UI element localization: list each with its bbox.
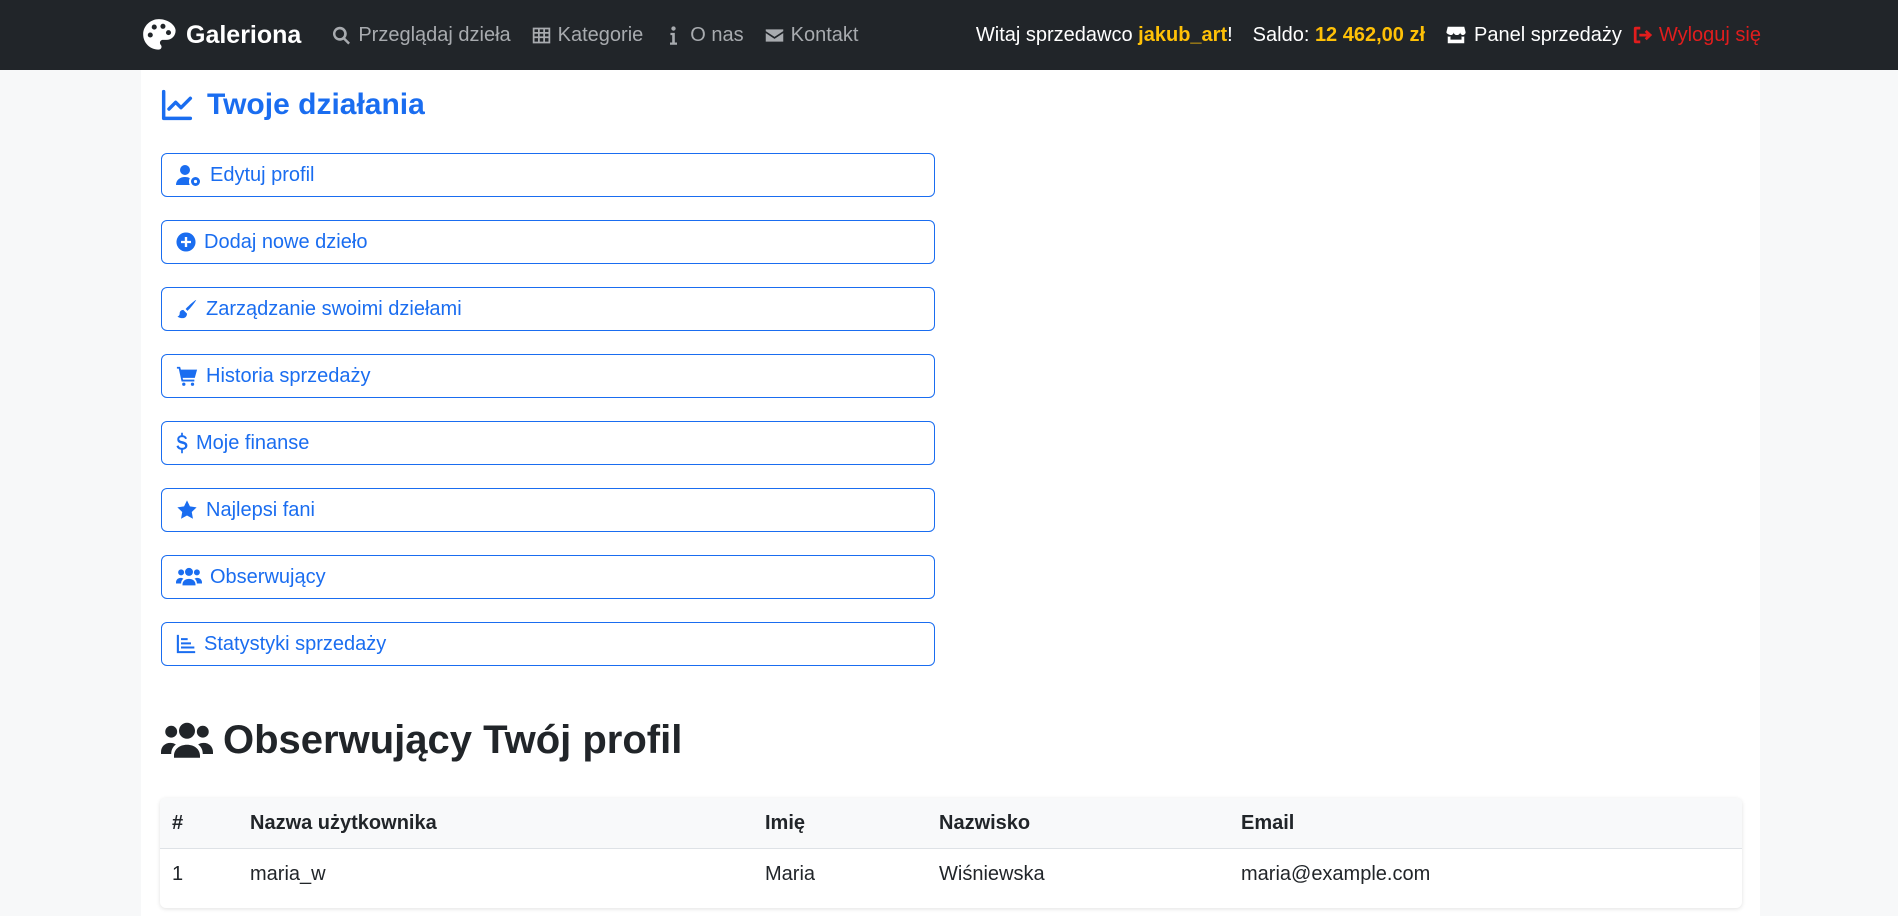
column-header: Imię: [765, 798, 939, 849]
navbar: Galeriona Przeglądaj dzieła Kategorie O …: [0, 0, 1898, 70]
brand-link[interactable]: Galeriona: [140, 16, 301, 54]
sales-history-label: Historia sprzedaży: [206, 364, 371, 387]
user-gear-icon: [176, 165, 200, 186]
top-fans-button[interactable]: Najlepsi fani: [161, 488, 935, 532]
balance-value: 12 462,00 zł: [1314, 23, 1426, 46]
nav-about-link[interactable]: O nas: [663, 23, 744, 47]
dollar-icon: [176, 432, 188, 454]
store-icon: [1446, 26, 1466, 44]
envelope-icon: [765, 28, 783, 42]
balance-label: Saldo:: [1252, 23, 1315, 46]
nav-contact-label: Kontakt: [790, 23, 859, 46]
manage-artworks-button[interactable]: Zarządzanie swoimi dziełami: [161, 287, 935, 331]
column-header: Nazwa użytkownika: [250, 798, 765, 849]
brush-icon: [177, 299, 197, 319]
search-icon: [333, 26, 351, 45]
my-finances-label: Moje finanse: [196, 431, 310, 454]
sales-stats-button[interactable]: Statystyki sprzedaży: [161, 622, 935, 666]
manage-artworks-label: Zarządzanie swoimi dziełami: [206, 297, 462, 320]
edit-profile-label: Edytuj profil: [210, 163, 315, 186]
table-header-row: # Nazwa użytkownika Imię Nazwisko Email: [160, 798, 1742, 849]
column-header: Nazwisko: [939, 798, 1241, 849]
column-header: Email: [1241, 798, 1742, 849]
my-finances-button[interactable]: Moje finanse: [161, 421, 935, 465]
sign-out-icon: [1633, 26, 1653, 44]
username: jakub_art: [1138, 23, 1228, 46]
nav-categories-link[interactable]: Kategorie: [531, 23, 644, 47]
user-info: Witaj sprzedawco jakub_art! Saldo: 12 46…: [976, 24, 1761, 47]
nav-categories-label: Kategorie: [557, 23, 644, 46]
add-artwork-button[interactable]: Dodaj nowe dzieło: [161, 220, 935, 264]
chart-bar-icon: [176, 634, 196, 654]
star-icon: [177, 500, 197, 519]
actions-title: Twoje działania: [207, 88, 425, 121]
table-row: 1 maria_w Maria Wiśniewska maria@example…: [160, 849, 1742, 900]
plus-circle-icon: [176, 232, 196, 252]
sales-history-button[interactable]: Historia sprzedaży: [161, 354, 935, 398]
followers-button[interactable]: Obserwujący: [161, 555, 935, 599]
main-content: Twoje działania Edytuj profil Dodaj nowe…: [141, 70, 1760, 916]
logout-link[interactable]: Wyloguj się: [1632, 24, 1761, 47]
edit-profile-button[interactable]: Edytuj profil: [161, 153, 935, 197]
sales-stats-label: Statystyki sprzedaży: [204, 632, 387, 655]
brand-name: Galeriona: [186, 20, 302, 49]
top-fans-label: Najlepsi fani: [206, 498, 315, 521]
followers-table: # Nazwa użytkownika Imię Nazwisko Email …: [160, 798, 1742, 908]
column-header: #: [160, 798, 250, 849]
table-cell: 1: [172, 862, 184, 885]
greeting-text: Witaj sprzedawco: [975, 23, 1139, 46]
palette-icon: [143, 19, 176, 50]
followers-title: Obserwujący Twój profil: [223, 718, 683, 762]
grid-icon: [532, 27, 550, 43]
seller-panel-link[interactable]: Panel sprzedaży: [1445, 24, 1622, 47]
nav-contact-link[interactable]: Kontakt: [764, 23, 859, 47]
add-artwork-label: Dodaj nowe dzieło: [204, 230, 368, 253]
users-icon: [161, 722, 213, 758]
followers-heading: Obserwujący Twój profil: [161, 718, 682, 763]
table-cell: Maria: [765, 862, 816, 885]
nav-about-label: O nas: [690, 23, 744, 46]
info-icon: [670, 25, 678, 45]
nav-browse-label: Przeglądaj dzieła: [358, 23, 511, 46]
table-cell: maria@example.com: [1241, 862, 1431, 885]
nav-browse-link[interactable]: Przeglądaj dzieła: [331, 23, 511, 47]
followers-label: Obserwujący: [210, 565, 326, 588]
seller-panel-label: Panel sprzedaży: [1474, 23, 1622, 46]
logout-label: Wyloguj się: [1658, 23, 1761, 46]
chart-line-icon: [161, 89, 193, 121]
greeting-suffix: !: [1227, 23, 1233, 46]
table-cell: Wiśniewska: [939, 862, 1045, 885]
cart-icon: [176, 366, 198, 386]
table-cell: maria_w: [250, 862, 326, 885]
users-icon: [176, 567, 202, 586]
actions-heading: Twoje działania: [161, 88, 425, 122]
